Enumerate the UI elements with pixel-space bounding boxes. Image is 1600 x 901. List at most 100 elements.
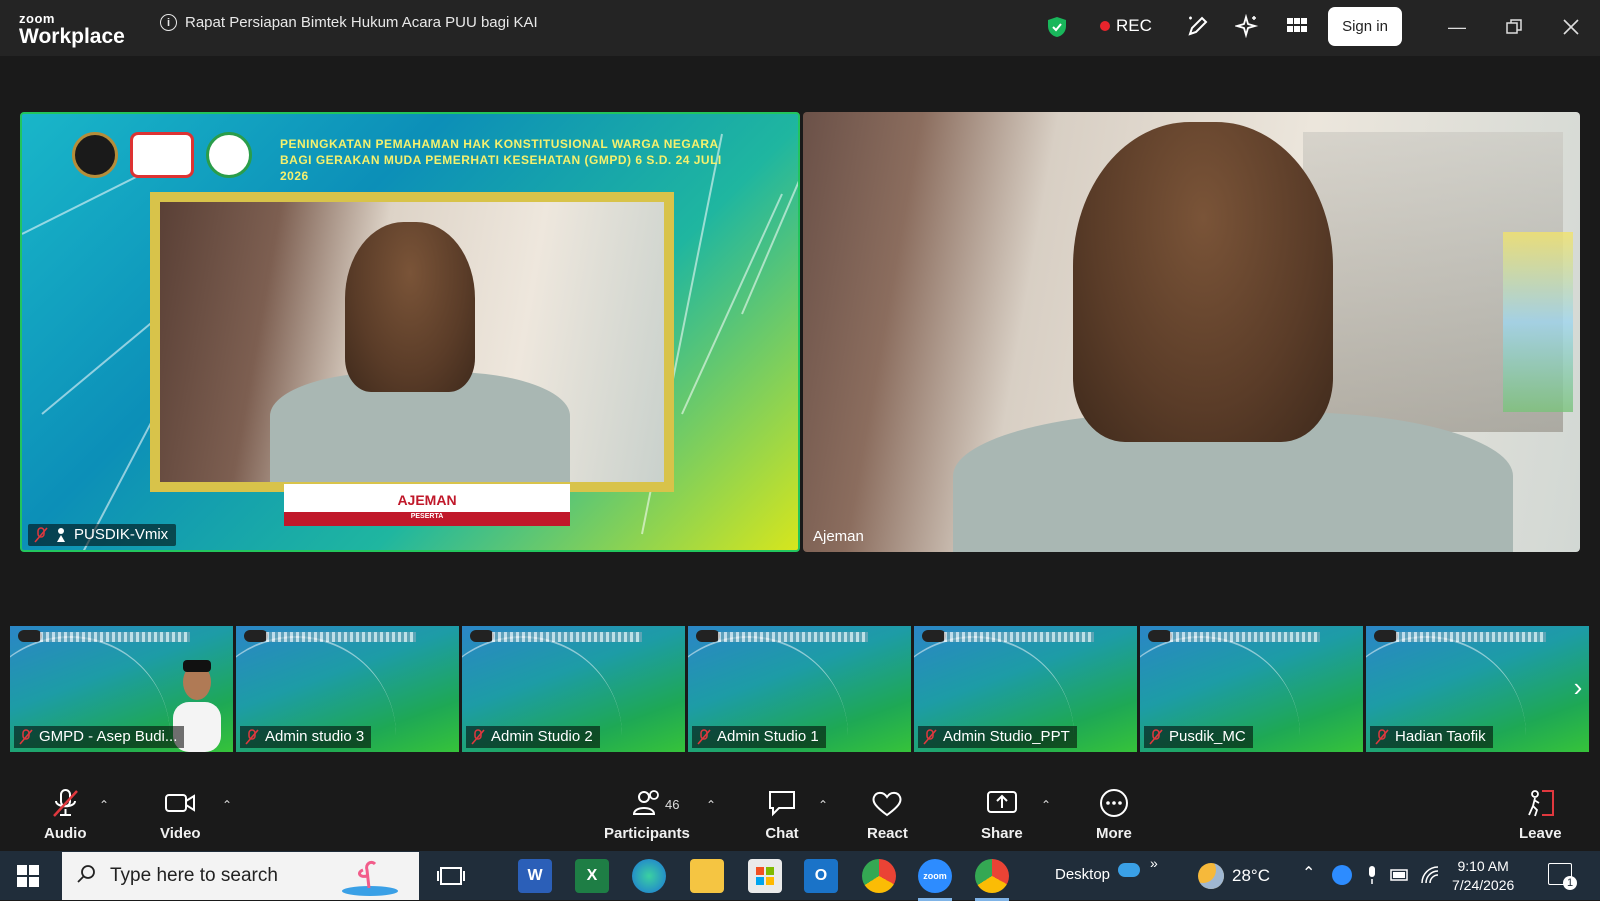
speaker-name-card: AJEMAN PESERTA: [284, 484, 570, 526]
mini-banner: [944, 632, 1094, 642]
zoom-tray-icon[interactable]: [1332, 865, 1352, 885]
word-app-icon[interactable]: W: [518, 859, 552, 893]
speaker-head: [345, 222, 475, 392]
desktop-toolbar-label[interactable]: Desktop: [1055, 866, 1110, 883]
annotate-pen-icon[interactable]: [1186, 14, 1210, 38]
thumbnail-tile[interactable]: Hadian Taofik: [1366, 626, 1590, 752]
meeting-title: Rapat Persiapan Bimtek Hukum Acara PUU b…: [185, 14, 538, 31]
thumbnail-name-tag: Admin Studio_PPT: [918, 726, 1077, 748]
participant-name-tag: Ajeman: [807, 526, 872, 548]
event-banner-text: PENINGKATAN PEMAHAMAN HAK KONSTITUSIONAL…: [280, 137, 722, 183]
meeting-info-button[interactable]: i Rapat Persiapan Bimtek Hukum Acara PUU…: [160, 14, 538, 31]
minimize-icon[interactable]: —: [1444, 14, 1470, 40]
edge-browser-icon[interactable]: [632, 859, 666, 893]
more-button[interactable]: More: [1096, 788, 1132, 842]
search-icon: [77, 865, 95, 883]
thumbnail-strip: GMPD - Asep Budi... Admin studio 3 Admin…: [10, 626, 1590, 752]
thumbnail-name-tag: Admin Studio 1: [692, 726, 826, 748]
thumbnail-name-tag: GMPD - Asep Budi...: [14, 726, 185, 748]
speaker-card-name: AJEMAN: [397, 492, 457, 508]
muted-mic-icon: [1149, 728, 1163, 745]
tray-overflow-chevron-icon[interactable]: ⌃: [1302, 863, 1315, 883]
task-view-icon[interactable]: [434, 859, 468, 893]
muted-mic-icon: [1375, 728, 1389, 745]
video-options-chevron-icon[interactable]: ⌃: [222, 798, 232, 812]
share-options-chevron-icon[interactable]: ⌃: [1041, 798, 1051, 812]
organization-logo: [206, 132, 252, 178]
thumbnail-tile[interactable]: Admin Studio 1: [688, 626, 912, 752]
windows-start-icon[interactable]: [17, 865, 39, 887]
close-icon[interactable]: [1558, 14, 1584, 40]
speaker-card-role: PESERTA: [410, 513, 444, 520]
react-button[interactable]: React: [867, 788, 908, 842]
onedrive-cloud-icon[interactable]: [1118, 863, 1140, 877]
thumbnail-tile[interactable]: Admin Studio_PPT: [914, 626, 1138, 752]
participant-name: PUSDIK-Vmix: [74, 526, 169, 543]
notification-count: 1: [1563, 876, 1577, 890]
video-tile-pusdik-vmix[interactable]: PENINGKATAN PEMAHAMAN HAK KONSTITUSIONAL…: [20, 112, 800, 552]
thumbnail-name: Admin Studio 1: [717, 728, 819, 745]
background-poster: [1503, 232, 1573, 412]
microphone-tray-icon[interactable]: [1362, 865, 1382, 885]
microsoft-store-icon[interactable]: [748, 859, 782, 893]
thumbnail-name: Hadian Taofik: [1395, 728, 1486, 745]
mini-logos: [1374, 630, 1398, 642]
title-bar: zoom Workplace i Rapat Persiapan Bimtek …: [0, 0, 1600, 56]
taskbar-search-box[interactable]: Type here to search: [62, 852, 419, 900]
mini-logos: [922, 630, 946, 642]
thumbnail-tile[interactable]: GMPD - Asep Budi...: [10, 626, 234, 752]
chat-button[interactable]: Chat: [765, 788, 799, 842]
leave-door-icon: [1528, 790, 1555, 817]
share-button[interactable]: Share: [981, 788, 1023, 842]
thumbnail-tile[interactable]: Admin studio 3: [236, 626, 460, 752]
mini-banner: [1396, 632, 1546, 642]
chat-bubble-icon: [769, 791, 795, 817]
audio-button[interactable]: Audio: [44, 788, 87, 842]
zoom-workplace-logo: zoom Workplace: [19, 12, 125, 47]
participant-name: Ajeman: [813, 528, 864, 545]
brand-top: zoom: [19, 11, 55, 26]
view-grid-icon[interactable]: [1285, 14, 1309, 38]
overflow-chevron-icon[interactable]: »: [1150, 855, 1158, 871]
mini-logos: [696, 630, 720, 642]
muted-mic-icon: [19, 728, 33, 745]
thumbnail-tile[interactable]: Admin Studio 2: [462, 626, 686, 752]
muted-mic-icon: [34, 526, 48, 543]
excel-app-icon[interactable]: X: [575, 859, 609, 893]
system-clock[interactable]: 9:10 AM 7/24/2026: [1452, 857, 1514, 895]
video-tile-ajeman[interactable]: Ajeman: [803, 112, 1580, 552]
battery-icon[interactable]: [1390, 865, 1410, 885]
mini-banner: [266, 632, 416, 642]
video-button[interactable]: Video: [160, 788, 201, 842]
wifi-icon[interactable]: [1420, 865, 1440, 885]
thumbnail-tile[interactable]: Pusdik_MC: [1140, 626, 1364, 752]
mini-logos: [18, 630, 42, 642]
sign-in-button[interactable]: Sign in: [1328, 7, 1402, 46]
encryption-shield-icon[interactable]: [1047, 16, 1067, 38]
muted-mic-icon: [697, 728, 711, 745]
file-explorer-icon[interactable]: [690, 859, 724, 893]
chrome-profile-icon[interactable]: [975, 859, 1009, 901]
thumbnail-name: GMPD - Asep Budi...: [39, 728, 178, 745]
spotlight-pin-icon: [57, 527, 65, 542]
chat-options-chevron-icon[interactable]: ⌃: [818, 798, 828, 812]
search-placeholder: Type here to search: [110, 865, 278, 886]
notifications-icon[interactable]: 1: [1548, 863, 1577, 890]
audio-options-chevron-icon[interactable]: ⌃: [99, 798, 109, 812]
clock-date: 7/24/2026: [1452, 877, 1515, 893]
chevron-right-icon[interactable]: ›: [1568, 672, 1588, 702]
heart-icon: [872, 791, 902, 817]
restore-icon[interactable]: [1501, 14, 1527, 40]
participants-options-chevron-icon[interactable]: ⌃: [706, 798, 716, 812]
thumbnail-name-tag: Pusdik_MC: [1144, 726, 1253, 748]
temperature: 28°C: [1232, 866, 1270, 885]
zoom-app-icon[interactable]: zoom: [918, 859, 952, 901]
outlook-app-icon[interactable]: O: [804, 859, 838, 893]
recording-indicator[interactable]: REC: [1100, 16, 1152, 36]
audio-label: Audio: [44, 825, 87, 842]
ai-companion-sparkle-icon[interactable]: [1235, 14, 1259, 38]
participant-count: 46: [665, 797, 680, 812]
chrome-browser-icon[interactable]: [862, 859, 896, 893]
leave-button[interactable]: Leave: [1519, 788, 1562, 842]
weather-widget[interactable]: 28°C: [1198, 863, 1270, 889]
